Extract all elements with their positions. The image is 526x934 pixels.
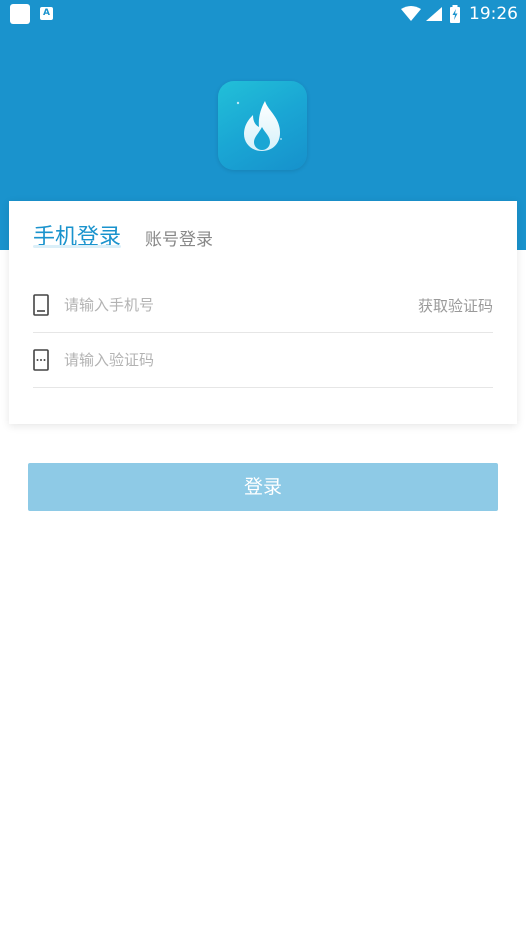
phone-row: 获取验证码	[33, 279, 493, 333]
wifi-icon	[401, 6, 421, 21]
active-tab-indicator	[33, 245, 121, 248]
login-button[interactable]: 登录	[28, 463, 498, 511]
phone-input[interactable]	[64, 291, 394, 319]
notification-a-icon: A	[40, 7, 53, 20]
signal-icon	[426, 7, 442, 21]
code-input[interactable]	[64, 346, 394, 374]
status-bar: A 19:26	[0, 0, 526, 30]
battery-icon	[450, 5, 460, 23]
app-logo	[218, 81, 307, 170]
code-icon	[33, 349, 49, 371]
phone-icon	[33, 294, 49, 316]
get-code-button[interactable]: 获取验证码	[418, 295, 493, 316]
tab-account-login[interactable]: 账号登录	[145, 225, 213, 250]
flame-icon	[236, 101, 282, 151]
login-card: 手机登录 账号登录 获取验证码	[9, 201, 517, 424]
notification-square-icon	[10, 4, 30, 24]
status-right: 19:26	[401, 3, 518, 25]
status-time: 19:26	[469, 4, 518, 24]
code-row	[33, 334, 493, 388]
